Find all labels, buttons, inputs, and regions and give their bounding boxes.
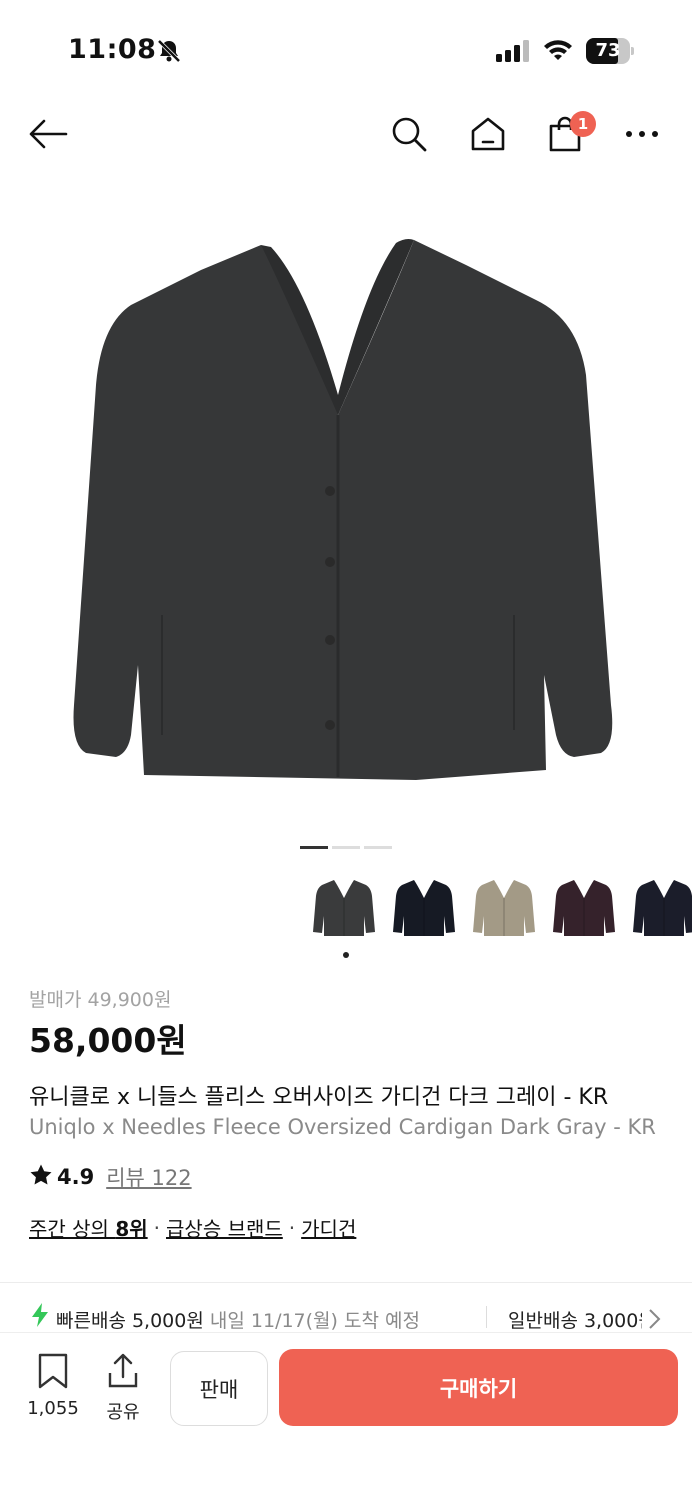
image-pagination — [300, 846, 392, 850]
share-button[interactable]: 공유 — [93, 1353, 153, 1424]
color-variant-thumb[interactable] — [388, 872, 460, 944]
selected-variant-indicator — [343, 952, 349, 958]
tag-weekly-rank[interactable]: 주간 상의 8위 — [29, 1213, 148, 1242]
review-count-link[interactable]: 리뷰 122 — [106, 1162, 191, 1192]
color-variant-list — [308, 866, 692, 962]
color-variant-thumb[interactable] — [308, 872, 380, 944]
product-tags: 주간 상의 8위 · 급상승 브랜드 · 가디건 — [29, 1213, 356, 1242]
release-price: 발매가 49,900원 — [29, 989, 172, 1011]
star-icon — [29, 1163, 53, 1192]
status-time: 11:08 — [68, 34, 157, 65]
bookmark-icon — [37, 1353, 69, 1394]
cardigan-image — [73, 239, 613, 780]
cart-count-badge: 1 — [570, 111, 596, 137]
cellular-signal-icon — [496, 40, 530, 66]
shipping-options[interactable]: 빠른배송 5,000원 내일 11/17(월) 도착 예정 일반배송 3,000… — [0, 1300, 692, 1336]
color-variant-thumb[interactable] — [628, 872, 692, 944]
tag-separator: · — [288, 1215, 296, 1240]
current-price: 58,000원 — [29, 1021, 187, 1060]
tag-rising-brand[interactable]: 급상승 브랜드 — [166, 1213, 283, 1242]
status-bar: 11:08 73 — [0, 0, 692, 96]
rating-row: 4.9 리뷰 122 — [29, 1162, 192, 1192]
back-arrow-icon[interactable] — [26, 112, 70, 156]
bookmark-button[interactable]: 1,055 — [23, 1353, 83, 1419]
shipping-divider — [486, 1306, 487, 1328]
sell-button[interactable]: 판매 — [170, 1351, 268, 1426]
bookmark-count: 1,055 — [27, 1398, 79, 1419]
normal-shipping: 일반배송 3,000원 — [508, 1310, 642, 1332]
fast-shipping-eta: 내일 11/17(월) 도착 예정 — [209, 1310, 420, 1332]
home-icon[interactable] — [466, 112, 510, 156]
lightning-icon — [30, 1302, 50, 1333]
pagination-dot — [332, 846, 360, 849]
bottom-action-bar: 1,055 공유 판매 구매하기 — [0, 1332, 692, 1500]
color-variant-thumb[interactable] — [548, 872, 620, 944]
search-icon[interactable] — [387, 112, 431, 156]
product-image[interactable] — [0, 180, 692, 830]
battery-level: 73 — [595, 40, 621, 61]
tag-separator: · — [153, 1215, 161, 1240]
share-label: 공유 — [106, 1402, 140, 1423]
buy-button[interactable]: 구매하기 — [279, 1349, 678, 1426]
silent-bell-icon — [156, 38, 182, 68]
pagination-dot — [364, 846, 392, 849]
share-icon — [107, 1353, 139, 1394]
rating-score: 4.9 — [57, 1165, 95, 1189]
tag-category[interactable]: 가디건 — [301, 1213, 356, 1242]
fast-shipping: 빠른배송 5,000원 내일 11/17(월) 도착 예정 — [56, 1306, 420, 1333]
color-variant-thumb[interactable] — [468, 872, 540, 944]
more-options-icon[interactable] — [620, 112, 664, 156]
product-title-english: Uniqlo x Needles Fleece Oversized Cardig… — [29, 1115, 656, 1139]
section-divider — [0, 1282, 692, 1283]
product-title-korean: 유니클로 x 니들스 플리스 오버사이즈 가디건 다크 그레이 - KR — [29, 1085, 609, 1110]
pagination-dot — [300, 846, 328, 849]
fast-shipping-price: 빠른배송 5,000원 — [56, 1310, 204, 1332]
chevron-right-icon — [648, 1308, 662, 1335]
battery-icon: 73 — [586, 38, 634, 64]
wifi-icon — [542, 38, 574, 66]
